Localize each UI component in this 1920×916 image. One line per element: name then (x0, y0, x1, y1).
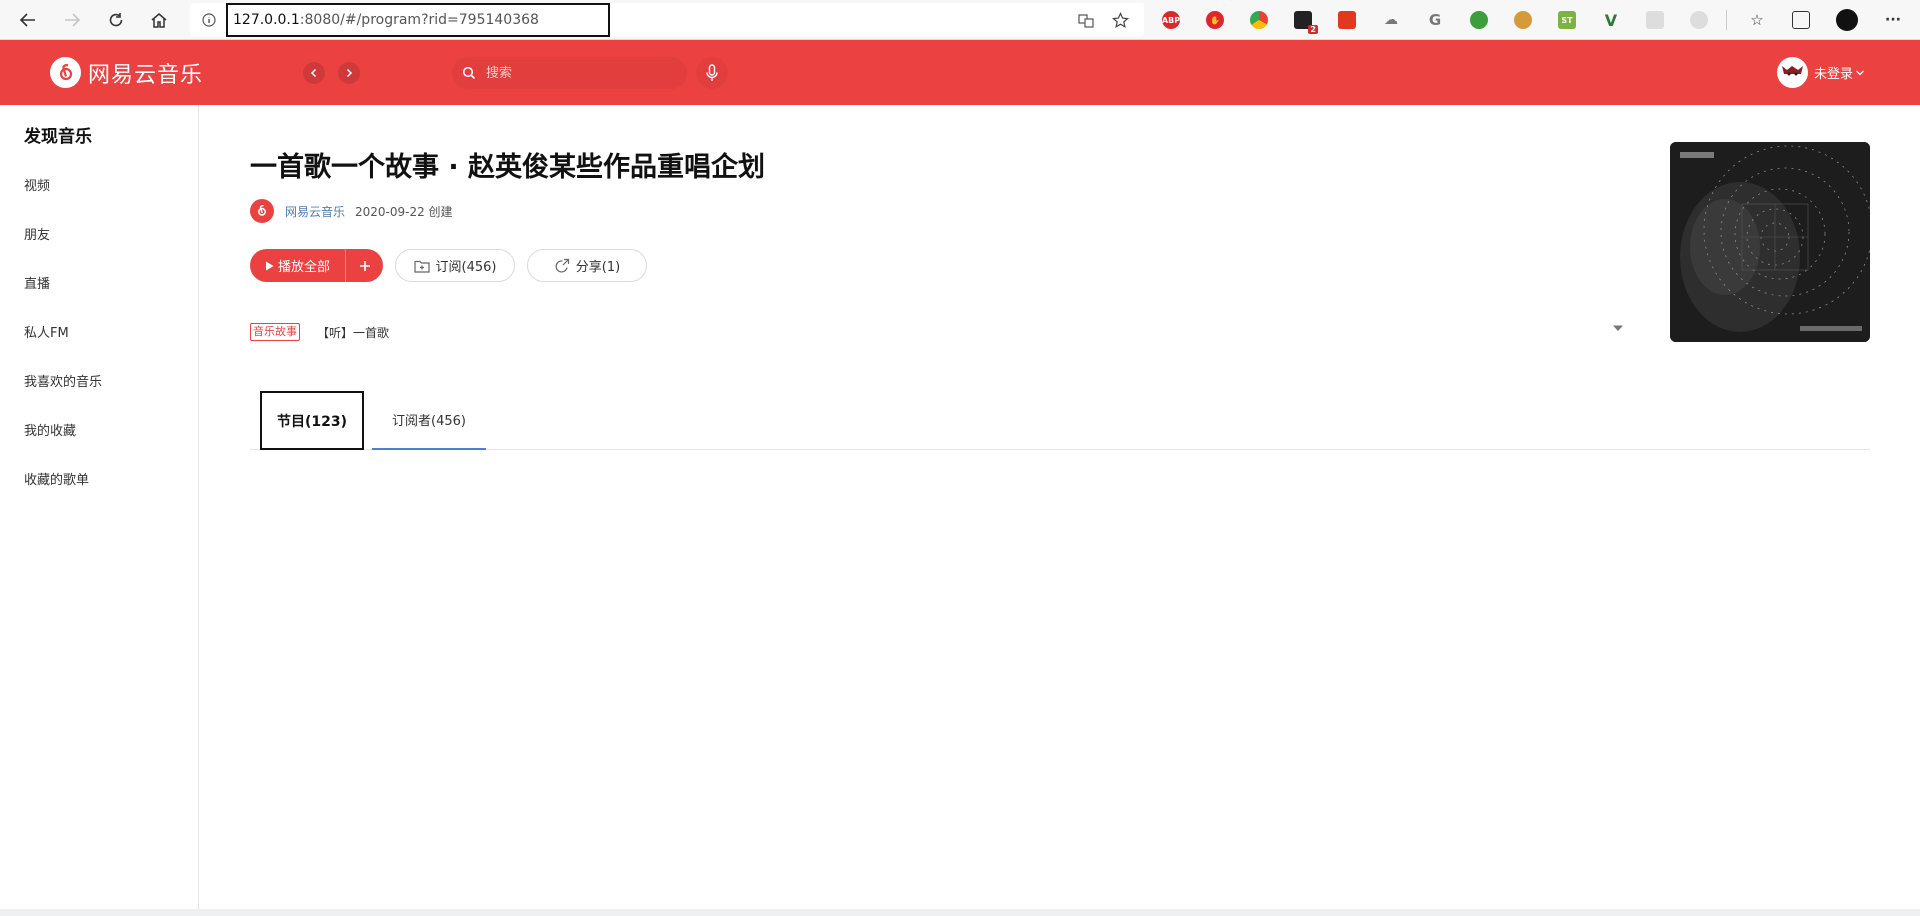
play-all-button[interactable]: 播放全部 (250, 249, 345, 282)
user-avatar[interactable] (1777, 57, 1808, 88)
clock-extension-icon[interactable] (1690, 11, 1708, 29)
share-label: 分享(1) (575, 260, 621, 275)
tab-subscribers[interactable]: 订阅者(456) (372, 391, 486, 450)
sidebar-item-liked-music[interactable]: 我喜欢的音乐 (24, 371, 102, 390)
voice-search-button[interactable] (696, 57, 728, 89)
green-extension-icon[interactable] (1470, 11, 1488, 29)
collections-icon[interactable] (1792, 11, 1810, 29)
chrome-color-icon[interactable] (1250, 11, 1268, 29)
create-date: 2020-09-22 创建 (355, 205, 453, 219)
login-label: 未登录 (1814, 67, 1854, 82)
profile-avatar-icon[interactable] (1836, 9, 1858, 31)
share-button[interactable]: 分享(1) (527, 249, 647, 282)
chevron-down-icon (1856, 70, 1864, 75)
folder-add-icon (413, 260, 430, 273)
bottom-edge (0, 909, 1920, 916)
add-to-playlist-button[interactable] (346, 260, 383, 272)
plus-icon (359, 260, 370, 271)
chevron-right-icon (346, 68, 353, 78)
play-icon (266, 261, 274, 270)
address-bar[interactable]: 127.0.0.1:8080/#/program?rid=795140368 (190, 3, 1144, 37)
subscribe-label: 订阅(456) (435, 260, 497, 275)
cloud-extension-icon[interactable]: ☁ (1382, 11, 1400, 29)
play-all-label: 播放全部 (278, 260, 331, 275)
translate-icon[interactable] (1078, 13, 1094, 29)
url-host: 127.0.0.1 (233, 12, 300, 28)
vue-devtools-icon[interactable]: V (1602, 11, 1620, 30)
g-extension-icon[interactable]: G (1426, 11, 1444, 29)
netease-logo-icon (258, 205, 266, 216)
sidebar-item-collected-playlists[interactable]: 收藏的歌单 (24, 469, 89, 488)
sidebar-item-friends[interactable]: 朋友 (24, 224, 50, 243)
search-icon (462, 66, 476, 80)
favorite-star-icon[interactable] (1112, 12, 1129, 29)
grey-extension-icon[interactable] (1646, 11, 1664, 29)
forward-button[interactable] (60, 8, 84, 32)
cookie-icon[interactable] (1514, 11, 1532, 29)
forward-arrow-icon (65, 13, 81, 27)
toolbar-divider (1726, 10, 1727, 30)
subscribe-button[interactable]: 订阅(456) (395, 249, 515, 282)
expand-description-icon[interactable] (1612, 324, 1624, 332)
url-path: :8080/#/program?rid=795140368 (299, 12, 539, 28)
home-button[interactable] (147, 8, 171, 32)
back-arrow-icon (19, 13, 35, 27)
history-back-button[interactable] (303, 62, 325, 84)
search-box[interactable] (452, 57, 687, 89)
adblock-plus-icon[interactable]: ABP (1162, 11, 1180, 29)
cover-art-image (1670, 142, 1870, 342)
sidebar-item-my-collection[interactable]: 我的收藏 (24, 420, 76, 439)
back-button[interactable] (16, 8, 40, 32)
home-icon (151, 13, 167, 28)
avatar-mascot-icon (1782, 66, 1803, 76)
sidebar-item-discover-music[interactable]: 发现音乐 (24, 122, 92, 147)
play-all-button-group: 播放全部 (250, 249, 383, 282)
more-menu-icon[interactable]: ··· (1884, 11, 1902, 29)
sidebar-item-live[interactable]: 直播 (24, 273, 50, 292)
url-text[interactable]: 127.0.0.1:8080/#/program?rid=795140368 (226, 3, 610, 37)
favorites-list-icon[interactable]: ☆ (1748, 11, 1766, 29)
category-tag[interactable]: 音乐故事 (250, 323, 300, 341)
hand-stop-icon[interactable]: ✋ (1206, 11, 1224, 29)
cover-image (1670, 142, 1870, 342)
netease-logo-icon[interactable] (50, 57, 81, 88)
login-status[interactable]: 未登录 (1814, 63, 1865, 82)
app-header: 网易云音乐 未登录 (0, 40, 1920, 105)
browser-toolbar: 127.0.0.1:8080/#/program?rid=795140368 A… (0, 0, 1920, 40)
creator-avatar[interactable] (250, 199, 274, 223)
logo-text[interactable]: 网易云音乐 (88, 57, 203, 89)
program-detail: 一首歌一个故事 · 赵英俊某些作品重唱企划 网易云音乐 2020-09-22 创… (200, 105, 1920, 916)
tabs-divider (250, 449, 1870, 450)
reload-icon (109, 13, 123, 27)
sidebar-item-private-fm[interactable]: 私人FM (24, 322, 69, 341)
reload-button[interactable] (104, 8, 128, 32)
info-icon (202, 13, 216, 27)
st-extension-icon[interactable]: ST (1558, 11, 1576, 29)
chevron-left-icon (310, 68, 317, 78)
microphone-icon (706, 64, 718, 81)
search-input[interactable] (484, 64, 668, 82)
badge-extension-icon[interactable]: 2 (1294, 11, 1318, 34)
share-icon (555, 258, 569, 273)
page-title: 一首歌一个故事 · 赵英俊某些作品重唱企划 (250, 152, 766, 183)
office-icon[interactable] (1338, 11, 1356, 29)
sidebar: 发现音乐 视频 朋友 直播 私人FM 我喜欢的音乐 我的收藏 收藏的歌单 (0, 105, 199, 916)
program-description: 【听】一首歌 (317, 326, 390, 340)
sidebar-item-video[interactable]: 视频 (24, 175, 50, 194)
history-forward-button[interactable] (338, 62, 360, 84)
tab-programs[interactable]: 节目(123) (260, 391, 364, 450)
creator-link[interactable]: 网易云音乐 (285, 203, 345, 220)
